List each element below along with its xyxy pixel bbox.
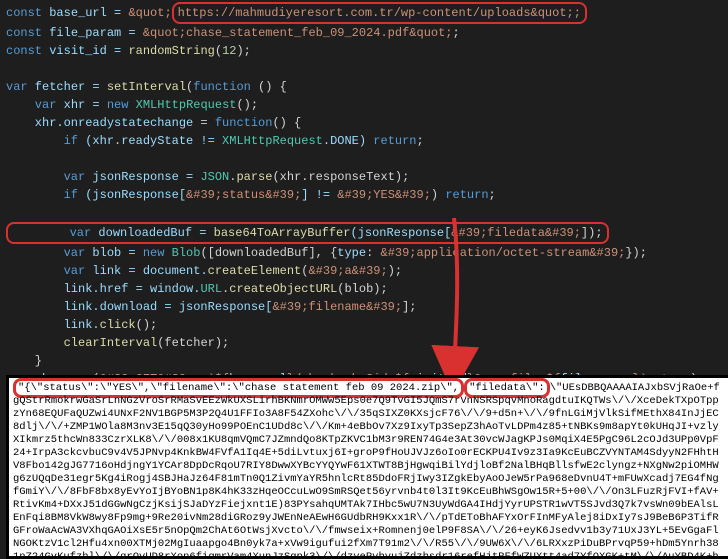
base64-blob: StrRmokrwGaSrLnNGzVroSrRMaSvEEzWkUXSLirh… — [13, 395, 719, 559]
highlighted-url-box: https://mahmudiyeresort.com.tr/wp-conten… — [172, 2, 587, 24]
highlighted-filedata-line: var downloadedBuf = base64ToArrayBuffer(… — [6, 222, 609, 244]
json-output-panel: "{\"status\":\"YES\",\"filename\":\"chas… — [6, 375, 728, 559]
code-editor: const base_url = &quot;https://mahmudiye… — [0, 0, 728, 426]
